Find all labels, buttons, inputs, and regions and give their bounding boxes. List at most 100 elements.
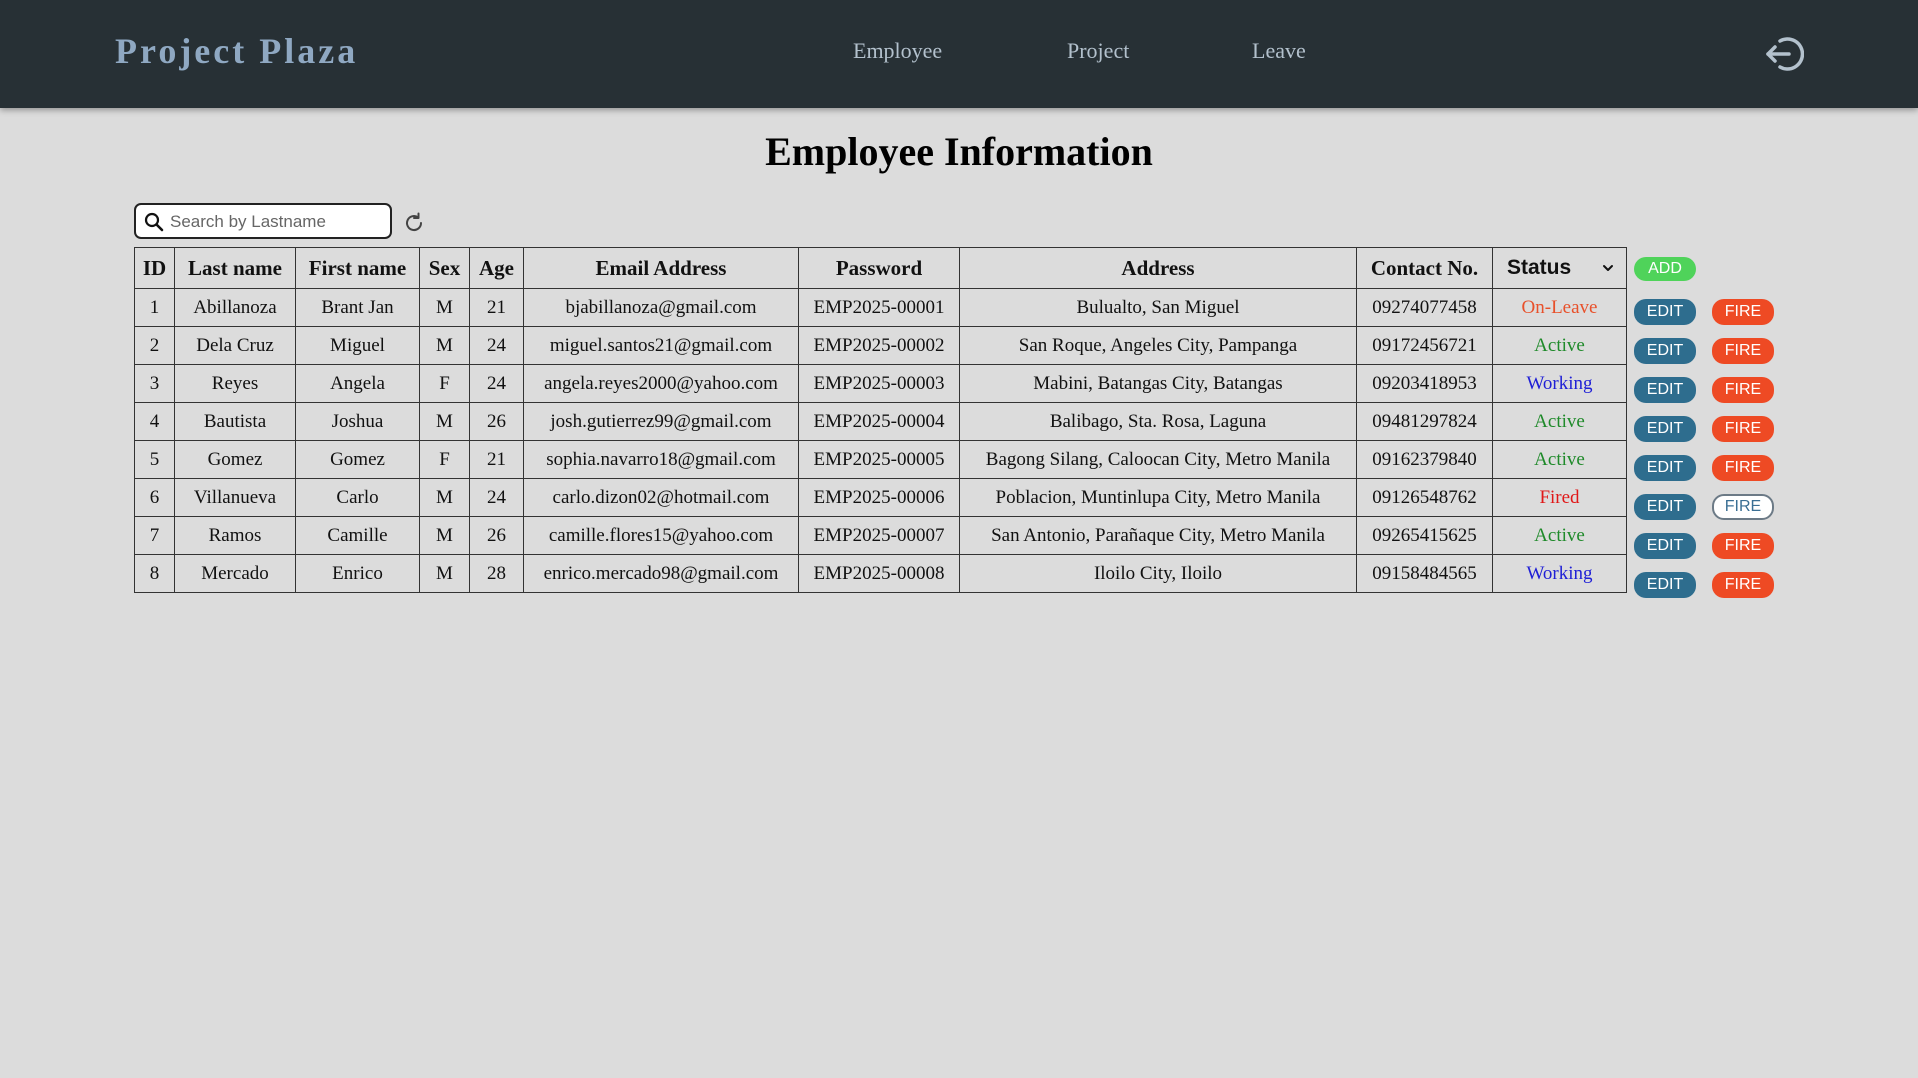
cell-address: Mabini, Batangas City, Batangas [959,364,1357,403]
cell-last-name: Reyes [174,364,296,403]
status-filter-dropdown[interactable]: Status [1492,247,1627,289]
edit-button[interactable]: EDIT [1634,377,1696,403]
search-icon [144,212,164,232]
cell-sex: M [419,326,470,365]
edit-button[interactable]: EDIT [1634,494,1696,520]
cell-password: EMP2025-00001 [798,288,960,327]
cell-address: Poblacion, Muntinlupa City, Metro Manila [959,478,1357,517]
nav-link-project[interactable]: Project [1067,38,1129,64]
fire-button[interactable]: FIRE [1712,299,1774,325]
cell-contact: 09172456721 [1356,326,1493,365]
cell-contact: 09203418953 [1356,364,1493,403]
logout-button[interactable] [1764,35,1805,73]
cell-password: EMP2025-00006 [798,478,960,517]
cell-last-name: Dela Cruz [174,326,296,365]
cell-sex: M [419,554,470,593]
employee-table-body: 1 Abillanoza Brant Jan M 21 bjabillanoza@gmai… [134,288,1627,593]
edit-button[interactable]: EDIT [1634,299,1696,325]
cell-contact: 09162379840 [1356,440,1493,479]
refresh-button[interactable] [402,211,426,235]
cell-status: Active [1492,326,1627,365]
cell-id: 6 [134,478,175,517]
cell-id: 4 [134,402,175,441]
cell-age: 24 [469,478,524,517]
cell-address: Balibago, Sta. Rosa, Laguna [959,402,1357,441]
chevron-down-icon [1603,265,1613,271]
cell-password: EMP2025-00007 [798,516,960,555]
row-actions: EDIT FIRE [1634,299,1794,327]
cell-password: EMP2025-00008 [798,554,960,593]
cell-password: EMP2025-00004 [798,402,960,441]
fire-button[interactable]: FIRE [1712,533,1774,559]
table-row: 7 Ramos Camille M 26 camille.flores15@yahoo.c… [134,516,1627,555]
cell-first-name: Carlo [295,478,420,517]
add-button[interactable]: ADD [1634,257,1696,281]
search-input[interactable] [168,209,387,235]
cell-email: miguel.santos21@gmail.com [523,326,799,365]
cell-id: 2 [134,326,175,365]
row-actions: EDIT FIRE [1634,416,1794,444]
fire-button[interactable]: FIRE [1712,338,1774,364]
cell-status: Active [1492,402,1627,441]
header-contact: Contact No. [1356,247,1493,289]
cell-email: enrico.mercado98@gmail.com [523,554,799,593]
page-title: Employee Information [765,129,1153,174]
cell-age: 24 [469,326,524,365]
cell-sex: M [419,478,470,517]
cell-email: angela.reyes2000@yahoo.com [523,364,799,403]
brand-logo[interactable]: Project Plaza [115,30,358,72]
nav-link-leave[interactable]: Leave [1252,38,1306,64]
table-row: 3 Reyes Angela F 24 angela.reyes2000@yahoo.co… [134,364,1627,403]
cell-address: Iloilo City, Iloilo [959,554,1357,593]
cell-age: 21 [469,440,524,479]
cell-first-name: Enrico [295,554,420,593]
edit-button[interactable]: EDIT [1634,533,1696,559]
employee-table: ID Last name First name Sex Age Email Ad… [134,247,1627,593]
cell-email: bjabillanoza@gmail.com [523,288,799,327]
row-actions: EDIT FIRE [1634,533,1794,561]
cell-first-name: Gomez [295,440,420,479]
cell-email: camille.flores15@yahoo.com [523,516,799,555]
nav-link-employee[interactable]: Employee [853,38,942,64]
cell-password: EMP2025-00005 [798,440,960,479]
fire-button[interactable]: FIRE [1712,572,1774,598]
cell-status: Active [1492,516,1627,555]
edit-button[interactable]: EDIT [1634,416,1696,442]
fire-button[interactable]: FIRE [1712,455,1774,481]
cell-sex: M [419,402,470,441]
cell-address: San Antonio, Parañaque City, Metro Manil… [959,516,1357,555]
top-navbar: Project Plaza Employee Project Leave [0,0,1918,108]
fire-button[interactable]: FIRE [1712,494,1774,520]
cell-last-name: Gomez [174,440,296,479]
cell-email: carlo.dizon02@hotmail.com [523,478,799,517]
cell-sex: F [419,364,470,403]
cell-contact: 09126548762 [1356,478,1493,517]
cell-age: 26 [469,402,524,441]
search-box[interactable] [134,203,392,239]
logout-icon [1766,37,1805,71]
cell-first-name: Brant Jan [295,288,420,327]
cell-last-name: Bautista [174,402,296,441]
row-actions: EDIT FIRE [1634,377,1794,405]
fire-button[interactable]: FIRE [1712,377,1774,403]
cell-status: Working [1492,554,1627,593]
cell-age: 28 [469,554,524,593]
table-row: 6 Villanueva Carlo M 24 carlo.dizon02@hotmail… [134,478,1627,517]
edit-button[interactable]: EDIT [1634,338,1696,364]
edit-button[interactable]: EDIT [1634,455,1696,481]
edit-button[interactable]: EDIT [1634,572,1696,598]
header-first-name: First name [295,247,420,289]
cell-last-name: Abillanoza [174,288,296,327]
fire-button[interactable]: FIRE [1712,416,1774,442]
table-row: 8 Mercado Enrico M 28 enrico.mercado98@gmail.… [134,554,1627,593]
cell-id: 8 [134,554,175,593]
table-row: 1 Abillanoza Brant Jan M 21 bjabillanoza@gmai… [134,288,1627,327]
cell-status: On-Leave [1492,288,1627,327]
table-row: 4 Bautista Joshua M 26 josh.gutierrez99@gmail… [134,402,1627,441]
cell-last-name: Ramos [174,516,296,555]
cell-contact: 09265415625 [1356,516,1493,555]
cell-id: 1 [134,288,175,327]
refresh-icon [406,212,423,232]
cell-status: Fired [1492,478,1627,517]
cell-contact: 09481297824 [1356,402,1493,441]
